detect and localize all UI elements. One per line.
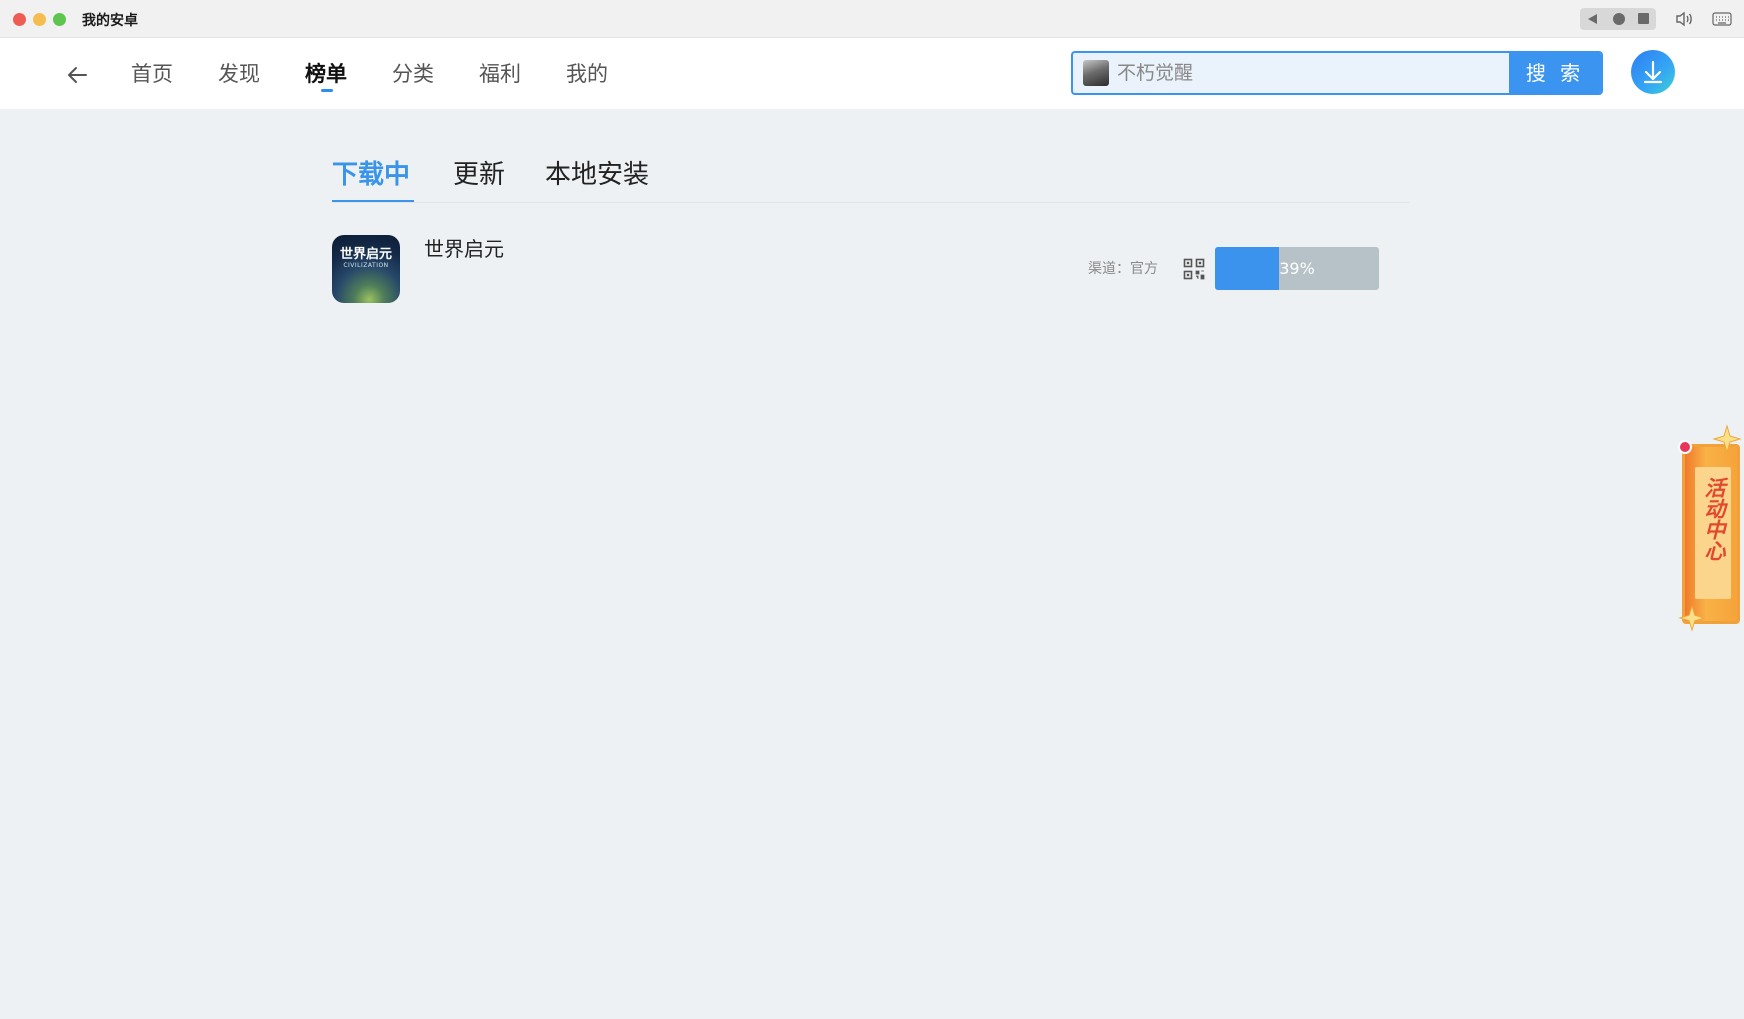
tab-local-install[interactable]: 本地安装 — [545, 158, 649, 192]
android-home-icon[interactable] — [1613, 13, 1625, 25]
qr-code-icon[interactable] — [1183, 258, 1205, 280]
activity-center-banner[interactable]: 活动中心 — [1678, 424, 1744, 632]
search-input[interactable]: 不朽觉醒 搜 索 — [1071, 51, 1603, 95]
minimize-window-button[interactable] — [33, 13, 46, 26]
download-tabs: 下载中 更新 本地安装 — [332, 150, 1410, 203]
app-icon[interactable]: 世界启元 CIVILIZATION — [332, 235, 400, 303]
zoom-window-button[interactable] — [53, 13, 66, 26]
activity-center-body: 活动中心 — [1682, 444, 1740, 624]
back-arrow-icon[interactable] — [62, 60, 92, 90]
nav-item-discover[interactable]: 发现 — [218, 59, 260, 89]
activity-center-label: 活动中心 — [1702, 477, 1726, 561]
search-placeholder: 不朽觉醒 — [1117, 62, 1194, 84]
window-title: 我的安卓 — [82, 13, 138, 29]
app-icon-logo: 世界启元 — [339, 247, 392, 262]
title-bar: 我的安卓 — [0, 0, 1744, 38]
nav-item-home[interactable]: 首页 — [131, 59, 173, 89]
close-window-button[interactable] — [13, 13, 26, 26]
nav-item-categories[interactable]: 分类 — [392, 59, 434, 89]
download-channel: 渠道：官方 — [1088, 261, 1158, 277]
nav-active-indicator — [321, 89, 333, 92]
tab-updates[interactable]: 更新 — [453, 158, 505, 192]
volume-icon[interactable] — [1674, 9, 1694, 29]
android-recents-icon[interactable] — [1638, 13, 1649, 24]
tab-active-indicator — [332, 200, 414, 202]
nav-item-mine[interactable]: 我的 — [566, 59, 608, 89]
nav-item-benefits[interactable]: 福利 — [479, 59, 521, 89]
download-progress-button[interactable]: 39% — [1215, 247, 1379, 290]
app-icon-subtitle: CIVILIZATION — [343, 262, 389, 269]
android-nav-controls — [1580, 8, 1656, 30]
search-button[interactable]: 搜 索 — [1509, 53, 1601, 93]
download-progress-text: 39% — [1279, 259, 1315, 278]
sparkle-icon — [1712, 424, 1742, 454]
nav-bar: 首页 发现 榜单 分类 福利 我的 不朽觉醒 搜 索 — [0, 38, 1744, 109]
search-game-thumbnail — [1083, 60, 1109, 86]
app-name[interactable]: 世界启元 — [424, 235, 504, 263]
nav-item-rankings[interactable]: 榜单 — [305, 59, 347, 89]
sparkle-icon — [1678, 604, 1706, 632]
download-icon — [1643, 60, 1663, 84]
activity-center-inner: 活动中心 — [1695, 467, 1731, 599]
download-manager-button[interactable] — [1631, 50, 1675, 94]
keyboard-icon[interactable] — [1712, 11, 1732, 27]
android-back-icon[interactable] — [1588, 14, 1597, 24]
notification-dot — [1678, 440, 1692, 454]
tab-downloading[interactable]: 下载中 — [332, 158, 410, 192]
